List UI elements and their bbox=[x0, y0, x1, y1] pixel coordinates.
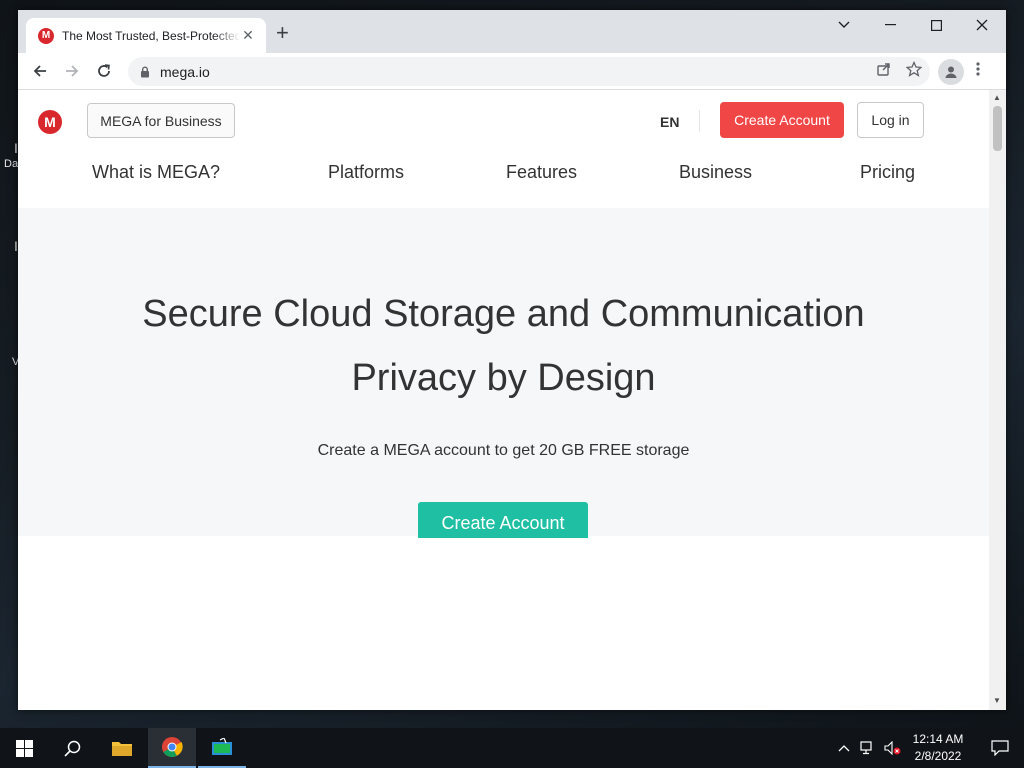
minimize-button[interactable] bbox=[867, 10, 913, 40]
login-button[interactable]: Log in bbox=[857, 102, 924, 138]
nav-platforms[interactable]: Platforms bbox=[328, 162, 404, 183]
browser-window: M The Most Trusted, Best-Protected Cloud… bbox=[18, 10, 1006, 710]
tab-title: The Most Trusted, Best-Protected Cloud S… bbox=[62, 28, 240, 43]
scroll-down-arrow-icon[interactable]: ▼ bbox=[993, 696, 1001, 705]
hero-title-line-2: Privacy by Design bbox=[351, 357, 656, 399]
file-explorer-button[interactable] bbox=[98, 728, 146, 768]
new-tab-button[interactable]: + bbox=[276, 22, 289, 44]
action-center-icon bbox=[991, 740, 1009, 756]
forward-button[interactable] bbox=[56, 55, 88, 87]
language-selector[interactable]: EN bbox=[660, 114, 679, 130]
browser-toolbar: mega.io bbox=[18, 53, 1006, 90]
windows-logo-icon bbox=[15, 739, 33, 757]
nav-pricing[interactable]: Pricing bbox=[860, 162, 915, 183]
bookmark-star-icon[interactable] bbox=[906, 61, 922, 77]
mega-for-business-button[interactable]: MEGA for Business bbox=[87, 103, 235, 138]
omnibox-actions bbox=[876, 61, 922, 77]
nav-what-is-mega[interactable]: What is MEGA? bbox=[92, 162, 220, 183]
hero-title-line-1: Secure Cloud Storage and Communication bbox=[142, 293, 865, 335]
browser-tab[interactable]: M The Most Trusted, Best-Protected Cloud… bbox=[26, 18, 266, 53]
reload-icon bbox=[98, 64, 110, 77]
notifications-button[interactable] bbox=[976, 728, 1024, 768]
header-divider bbox=[699, 110, 700, 132]
hero-section: Secure Cloud Storage and Communication P… bbox=[18, 208, 989, 538]
search-icon bbox=[63, 740, 80, 757]
clock-date: 2/8/2022 bbox=[914, 749, 962, 763]
mega-logo[interactable]: M bbox=[38, 110, 62, 134]
url-text[interactable]: mega.io bbox=[160, 64, 210, 80]
scroll-up-arrow-icon[interactable]: ▲ bbox=[993, 93, 1001, 102]
kebab-menu-icon bbox=[976, 62, 980, 76]
taskbar-clock[interactable]: 12:14 AM 2/8/2022 bbox=[900, 731, 976, 765]
tab-search-button[interactable] bbox=[821, 10, 867, 40]
app-taskbar-button[interactable] bbox=[198, 728, 246, 768]
close-window-button[interactable] bbox=[959, 10, 1005, 40]
hero-subtitle: Create a MEGA account to get 20 GB FREE … bbox=[317, 442, 690, 459]
network-icon[interactable] bbox=[860, 741, 876, 755]
chrome-taskbar-button[interactable] bbox=[148, 728, 196, 768]
share-icon[interactable] bbox=[876, 61, 892, 77]
chevron-up-icon[interactable] bbox=[838, 744, 850, 752]
profile-avatar[interactable] bbox=[938, 59, 964, 85]
start-button[interactable] bbox=[0, 728, 48, 768]
page-scrollbar[interactable]: ▲ ▼ bbox=[989, 90, 1006, 710]
reload-button[interactable] bbox=[88, 55, 120, 87]
clock-time: 12:14 AM bbox=[912, 732, 964, 746]
arrow-left-icon bbox=[33, 65, 46, 77]
windows-taskbar: 12:14 AM 2/8/2022 bbox=[0, 728, 1024, 768]
back-button[interactable] bbox=[24, 55, 56, 87]
maximize-icon bbox=[930, 19, 942, 31]
arrow-right-icon bbox=[66, 65, 79, 77]
mega-favicon-icon: M bbox=[38, 27, 54, 44]
folder-icon bbox=[112, 742, 132, 756]
maximize-button[interactable] bbox=[913, 10, 959, 40]
nav-features[interactable]: Features bbox=[506, 162, 577, 183]
nav-business[interactable]: Business bbox=[679, 162, 752, 183]
scrollbar-thumb[interactable] bbox=[993, 106, 1002, 151]
desktop-icon-label[interactable]: Da bbox=[4, 158, 18, 170]
browser-titlebar: M The Most Trusted, Best-Protected Cloud… bbox=[18, 10, 1006, 53]
chevron-down-icon bbox=[838, 21, 850, 28]
system-tray bbox=[838, 728, 902, 768]
minimize-icon bbox=[884, 24, 896, 26]
more-menu-button[interactable] bbox=[976, 61, 980, 83]
person-icon bbox=[945, 66, 957, 78]
tab-close-icon[interactable]: ✕ bbox=[240, 27, 256, 44]
search-button[interactable] bbox=[48, 728, 96, 768]
address-bar[interactable]: mega.io bbox=[128, 57, 930, 86]
create-account-header-button[interactable]: Create Account bbox=[720, 102, 844, 138]
lock-icon[interactable] bbox=[140, 66, 150, 78]
chrome-icon bbox=[162, 737, 183, 758]
app-window-icon bbox=[212, 738, 232, 755]
page-viewport: M MEGA for Business EN Create Account Lo… bbox=[18, 90, 989, 710]
create-account-hero-button[interactable]: Create Account bbox=[418, 502, 588, 538]
close-icon bbox=[976, 19, 988, 31]
